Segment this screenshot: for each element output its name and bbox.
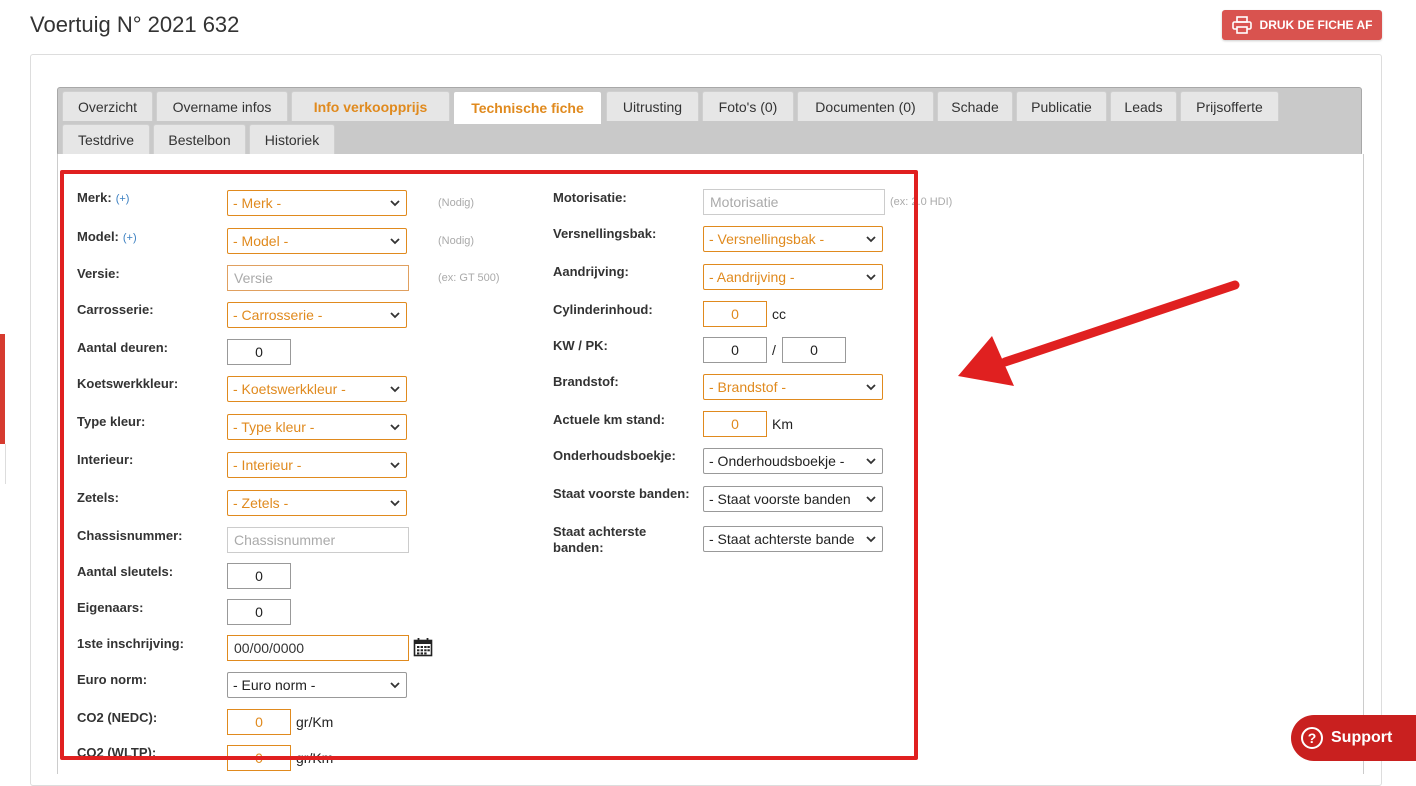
tab-publicatie[interactable]: Publicatie (1016, 91, 1107, 121)
side-panel-edge (0, 334, 5, 444)
tab-overname-infos[interactable]: Overname infos (156, 91, 288, 121)
page-title: Voertuig N° 2021 632 (30, 12, 240, 37)
help-icon: ? (1301, 727, 1323, 749)
printer-icon (1231, 16, 1252, 34)
side-panel-edge-light (0, 444, 6, 484)
tab-fotos[interactable]: Foto's (0) (702, 91, 794, 121)
tab-bestelbon[interactable]: Bestelbon (153, 124, 246, 154)
tab-schade[interactable]: Schade (937, 91, 1013, 121)
tab-prijsofferte[interactable]: Prijsofferte (1180, 91, 1279, 121)
tab-technische-fiche[interactable]: Technische fiche (453, 91, 602, 124)
tab-testdrive[interactable]: Testdrive (62, 124, 150, 154)
annotation-arrow-icon (958, 280, 1240, 386)
tab-documenten[interactable]: Documenten (0) (797, 91, 934, 121)
print-button-label: DRUK DE FICHE AF (1259, 18, 1373, 32)
tab-historiek[interactable]: Historiek (249, 124, 335, 154)
support-button[interactable]: ? Support (1291, 715, 1416, 761)
tab-leads[interactable]: Leads (1110, 91, 1177, 121)
print-sheet-button[interactable]: DRUK DE FICHE AF (1222, 10, 1382, 40)
tab-info-verkoopprijs[interactable]: Info verkoopprijs (291, 91, 450, 121)
tab-uitrusting[interactable]: Uitrusting (606, 91, 699, 121)
support-label: Support (1331, 729, 1393, 746)
highlight-box (60, 170, 918, 760)
tab-overzicht[interactable]: Overzicht (62, 91, 153, 121)
